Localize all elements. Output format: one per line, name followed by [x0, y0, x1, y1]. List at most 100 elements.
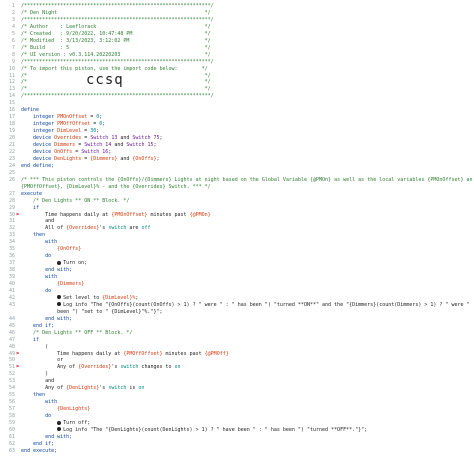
code-token: define: [21, 107, 40, 114]
code-token: DenLights: [54, 155, 82, 162]
code-token: and: [21, 218, 55, 225]
code-text: end with;: [21, 316, 472, 323]
code-line: 59 Turn off;: [0, 420, 474, 427]
line-number: 35: [8, 246, 15, 253]
code-text: ): [21, 371, 472, 378]
code-token: (: [21, 343, 49, 350]
line-number: 60: [8, 426, 15, 433]
code-text: Log info "The "{DenLights}(count(DenLigh…: [21, 427, 472, 434]
trigger-flag-icon: ⚑: [15, 350, 19, 357]
code-line: 13/* */: [0, 86, 474, 93]
code-line: 31 and: [0, 218, 474, 225]
code-text: /***************************************…: [21, 93, 472, 100]
code-text: {OnOffs}: [21, 246, 472, 253]
code-line: 57 {DenLights}: [0, 406, 474, 413]
code-line: 54 Any of {DenLights}'s switch is on: [0, 385, 474, 392]
code-line: 27 execute: [0, 191, 474, 198]
code-text: Time happens daily at {PMOnOffset} minut…: [21, 212, 472, 219]
line-number: 5: [11, 30, 15, 37]
code-token: end with;: [21, 315, 73, 322]
code-line: 10 /* To import this piston, use the impo…: [0, 66, 474, 73]
line-number: 31: [8, 218, 15, 225]
line-number: 30: [8, 211, 15, 218]
code-text: do: [21, 413, 472, 420]
import-code: ccsq: [86, 72, 124, 88]
line-number: 2: [11, 9, 15, 16]
code-text: end execute;: [21, 448, 472, 455]
code-text: device OnOffs = Switch 16;: [21, 149, 472, 156]
code-text: if: [21, 337, 472, 344]
code-token: do: [21, 413, 52, 420]
code-text: Log info "The "{OnOffs}(count(OnOffs) > …: [21, 302, 472, 309]
code-token: Time happens daily at: [21, 350, 124, 357]
line-number: 61: [8, 433, 15, 440]
code-token: Switch 13: [90, 135, 118, 142]
code-token: DimLevel: [57, 128, 82, 135]
code-line: 37 Turn on;: [0, 260, 474, 267]
line-number: 4: [11, 23, 15, 30]
code-token: Turn off;: [63, 420, 91, 426]
line-number: 28: [8, 197, 15, 204]
code-token: {OnOffs}: [132, 155, 157, 162]
code-token: end with;: [21, 267, 73, 274]
code-token: =: [90, 121, 100, 128]
code-text: if: [21, 205, 472, 212]
code-text: (: [21, 344, 472, 351]
code-token: and: [117, 155, 133, 162]
code-token: with: [21, 274, 58, 281]
code-token: with: [21, 399, 58, 406]
line-number: 54: [8, 385, 15, 392]
code-token: 's: [99, 225, 109, 232]
code-line: 12/* */: [0, 79, 474, 86]
code-line: 21 device Dimmers = Switch 14 and Switch…: [0, 142, 474, 149]
code-text: /* Modified : 3/13/2023, 3:12:02 PM */: [21, 38, 472, 45]
line-number: 42: [8, 294, 15, 301]
code-token: integer: [21, 128, 58, 135]
code-token: PMOnOffset: [57, 114, 88, 121]
code-token: {Dimmers}: [21, 281, 85, 287]
code-line: 5 /* Created : 9/20/2022, 10:47:48 PM */: [0, 31, 474, 38]
code-token: switch: [108, 225, 127, 232]
code-line: 53 and: [0, 378, 474, 385]
piston-code-view: 1 /**************************************…: [0, 0, 474, 459]
code-token: if: [21, 204, 40, 211]
code-text: Turn off;: [21, 420, 472, 427]
code-token: end if;: [21, 322, 55, 329]
code-line: 52 ): [0, 371, 474, 378]
line-number: 41: [8, 287, 15, 294]
code-token: and: [117, 135, 133, 142]
code-token: minutes past: [162, 350, 205, 357]
code-token: minutes past: [147, 211, 190, 218]
code-token: Time happens daily at: [21, 211, 112, 218]
code-text: /***************************************…: [21, 17, 472, 24]
line-number: 47: [8, 336, 15, 343]
code-line: 39 with: [0, 274, 474, 281]
line-number: 49: [8, 350, 15, 357]
code-text: end define;: [21, 163, 472, 170]
code-line: {PMOffOffset}, {DimLevel}% - and the {Ov…: [0, 184, 474, 191]
code-token: =: [75, 142, 85, 148]
line-number: 40: [8, 281, 15, 287]
code-line: 40 {Dimmers}: [0, 281, 474, 288]
code-token: on: [174, 364, 181, 371]
code-text: /* Den Night */: [21, 10, 472, 17]
code-line: 47 if: [0, 337, 474, 344]
code-line: 61 end with;: [0, 434, 474, 441]
code-line: 55 then: [0, 392, 474, 399]
line-number: 63: [8, 447, 15, 454]
line-number: 37: [8, 260, 15, 267]
code-line: 20 device Overrides = Switch 13 and Swit…: [0, 135, 474, 142]
line-number: 22: [8, 148, 15, 155]
trigger-flag-icon: ⚑: [15, 364, 19, 371]
code-token: Set level to: [63, 294, 103, 301]
code-token: {DenLights}: [21, 406, 91, 413]
code-text: All of {Overrides}'s switch are off: [21, 225, 472, 232]
line-number: 1: [11, 3, 15, 9]
code-line: 30 ⚑ Time happens daily at {PMOnOffset} m…: [0, 212, 474, 219]
line-number: 39: [8, 274, 15, 281]
code-line: 4 /* Author : Leeflorack */: [0, 24, 474, 31]
line-number: 8: [11, 51, 15, 58]
code-token: Log info "The "{DenLights}(count(DenLigh…: [63, 426, 368, 433]
code-text: /***************************************…: [21, 59, 472, 66]
code-text: device Dimmers = Switch 14 and Switch 15…: [21, 142, 472, 149]
